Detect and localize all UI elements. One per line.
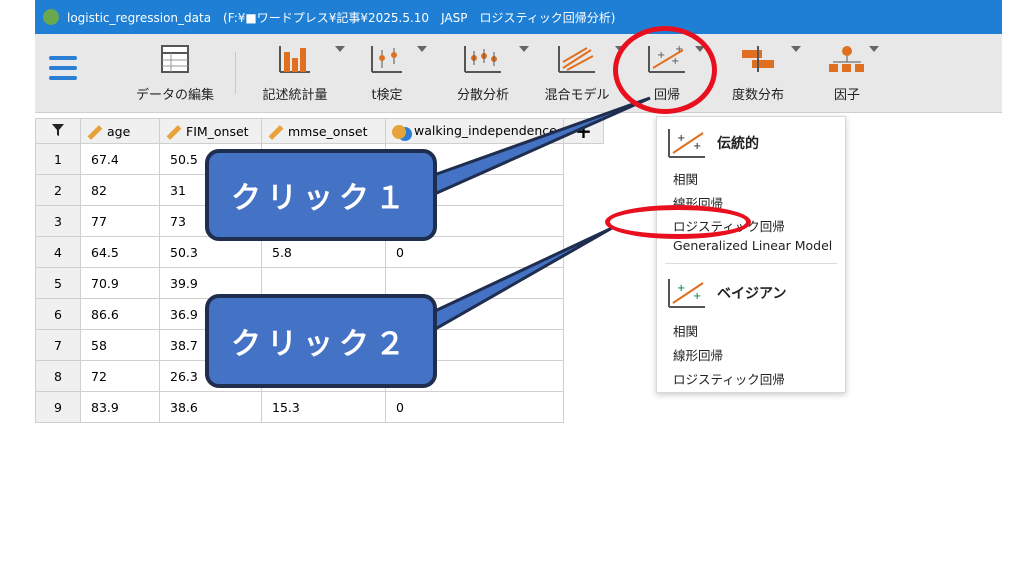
regression-bayesian-icon: ++ — [668, 279, 705, 308]
table-cell[interactable]: 0 — [385, 236, 564, 268]
callout-click-2: クリック２ — [205, 294, 437, 388]
jasp-logo-icon — [43, 9, 59, 25]
jasp-window: logistic_regression_data (F:¥■ワードプレス¥記事¥… — [35, 0, 1002, 438]
t-test-button[interactable]: t検定 — [357, 42, 427, 103]
table-cell[interactable]: 86.6 — [80, 298, 160, 330]
add-column-button[interactable]: + — [563, 118, 604, 144]
table-row: 4 64.5 50.3 5.8 0 — [35, 236, 604, 268]
column-header-fim-onset[interactable]: FIM_onset — [159, 118, 262, 144]
data-edit-button[interactable]: データの編集 — [135, 42, 215, 103]
menu-item-bayes-logistic-regression[interactable]: ロジスティック回帰 — [673, 369, 785, 388]
menu-divider — [665, 263, 837, 264]
filter-icon[interactable] — [35, 118, 81, 144]
nominal-icon — [392, 124, 406, 139]
row-number: 4 — [35, 236, 81, 268]
scale-icon — [166, 124, 182, 140]
window-title: logistic_regression_data (F:¥■ワードプレス¥記事¥… — [67, 11, 616, 25]
row-number: 2 — [35, 174, 81, 206]
ribbon-toolbar: データの編集 記述統計量 t検定 分散分析 混合モデル + + + 回帰 度数分… — [35, 34, 1002, 113]
row-number: 5 — [35, 267, 81, 299]
row-number: 8 — [35, 360, 81, 392]
table-cell[interactable]: 15.3 — [261, 391, 386, 423]
table-cell[interactable]: 83.9 — [80, 391, 160, 423]
svg-text:+: + — [677, 133, 685, 144]
column-header-walking-independence[interactable]: walking_independence — [385, 118, 564, 144]
svg-text:+: + — [677, 283, 685, 294]
table-cell[interactable]: 72 — [80, 360, 160, 392]
table-cell[interactable]: 70.9 — [80, 267, 160, 299]
grid-header-row: age FIM_onset mmse_onset walking_indepen… — [35, 118, 604, 144]
scale-icon — [268, 124, 284, 140]
table-cell[interactable]: 67.4 — [80, 143, 160, 175]
callout-click-1: クリック１ — [205, 149, 437, 241]
menu-item-bayes-linear-regression[interactable]: 線形回帰 — [673, 345, 723, 364]
table-cell[interactable]: 50.3 — [159, 236, 262, 268]
regression-dropdown-menu: + + 伝統的 相関 線形回帰 ロジスティック回帰 Generalized Lin… — [656, 116, 846, 393]
frequencies-icon — [742, 46, 774, 72]
menu-item-bayes-correlation[interactable]: 相関 — [673, 321, 698, 340]
column-header-age[interactable]: age — [80, 118, 160, 144]
anova-button[interactable]: 分散分析 — [447, 42, 529, 103]
mixed-models-button[interactable]: 混合モデル — [539, 42, 625, 103]
table-icon — [161, 45, 189, 73]
svg-text:+: + — [693, 291, 701, 302]
menu-hamburger-icon[interactable] — [49, 56, 77, 84]
t-test-icon — [371, 46, 402, 73]
scale-icon — [87, 124, 103, 140]
table-cell[interactable]: 58 — [80, 329, 160, 361]
factor-icon — [829, 46, 864, 72]
table-cell[interactable]: 77 — [80, 205, 160, 237]
menu-item-correlation[interactable]: 相関 — [673, 169, 698, 188]
highlight-ring-regression — [613, 26, 717, 114]
mixed-model-icon — [558, 46, 595, 73]
table-cell[interactable]: 38.6 — [159, 391, 262, 423]
regression-classical-icon: ++ — [668, 129, 705, 158]
menu-item-glm[interactable]: Generalized Linear Model — [673, 238, 832, 253]
factor-button[interactable]: 因子 — [825, 42, 879, 103]
title-bar: logistic_regression_data (F:¥■ワードプレス¥記事¥… — [35, 0, 1002, 34]
bayesian-header: + + ベイジアン — [667, 277, 786, 309]
descriptives-button[interactable]: 記述統計量 — [255, 42, 345, 103]
classical-header: + + 伝統的 — [667, 127, 759, 159]
table-cell[interactable]: 82 — [80, 174, 160, 206]
row-number: 7 — [35, 329, 81, 361]
row-number: 3 — [35, 205, 81, 237]
table-row: 9 83.9 38.6 15.3 0 — [35, 391, 604, 423]
frequencies-button[interactable]: 度数分布 — [725, 42, 801, 103]
column-header-mmse-onset[interactable]: mmse_onset — [261, 118, 386, 144]
row-number: 9 — [35, 391, 81, 423]
table-cell[interactable]: 64.5 — [80, 236, 160, 268]
row-number: 6 — [35, 298, 81, 330]
anova-icon — [464, 46, 501, 73]
bar-chart-icon — [279, 46, 310, 73]
table-cell[interactable]: 5.8 — [261, 236, 386, 268]
highlight-ring-logistic — [605, 205, 751, 239]
table-cell[interactable]: 0 — [385, 391, 564, 423]
svg-text:+: + — [693, 141, 701, 152]
row-number: 1 — [35, 143, 81, 175]
